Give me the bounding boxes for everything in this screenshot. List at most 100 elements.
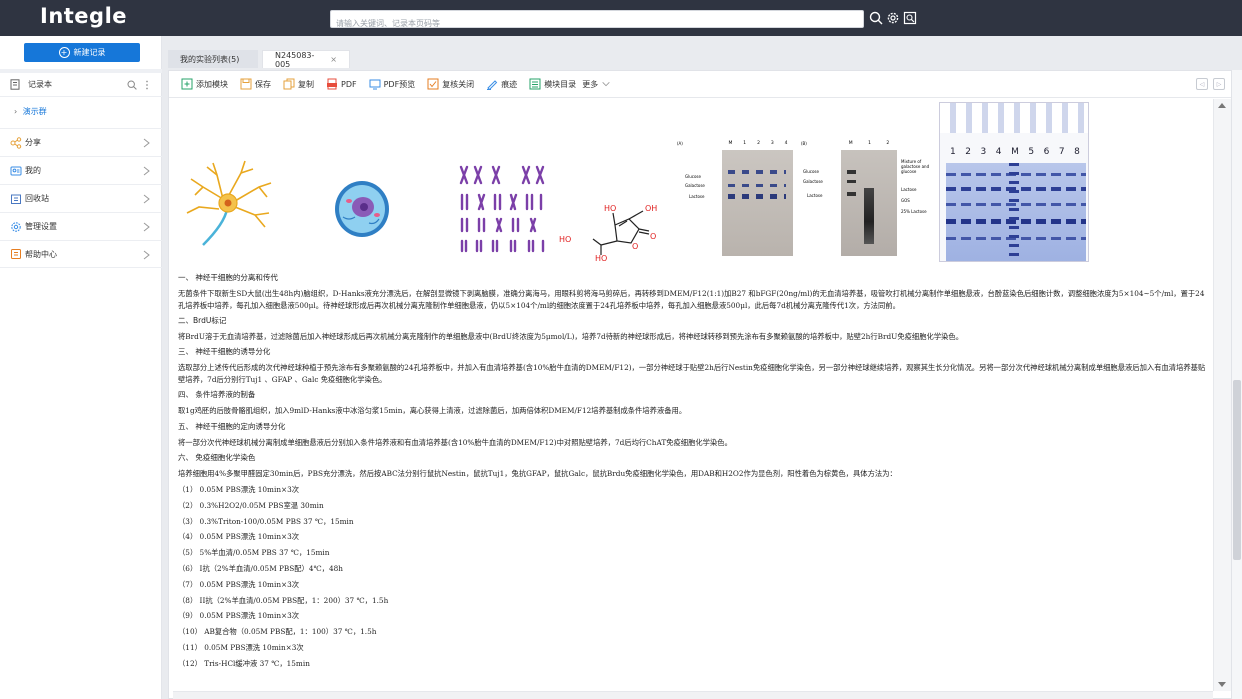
atom-label: O: [650, 232, 656, 241]
save-icon: [240, 78, 252, 90]
sidebar-item-mine[interactable]: 我的: [0, 156, 162, 184]
sidebar-item-label: 帮助中心: [25, 249, 57, 259]
section-title: 二、BrdU标记: [178, 315, 227, 325]
scrollbar-thumb[interactable]: [1233, 380, 1241, 560]
trace-icon: [487, 80, 498, 90]
lane-label: 7: [1058, 147, 1065, 157]
figure-row: HO OH HO HO O O (A) M1234 Glucose Galact…: [169, 99, 1213, 267]
band-row: [728, 184, 786, 187]
lane-label: 4: [784, 141, 788, 146]
lane-label: M: [728, 141, 733, 146]
notebook-search-icon[interactable]: [127, 80, 137, 90]
atom-label: HO: [604, 204, 616, 213]
more-vertical-icon[interactable]: [145, 80, 149, 90]
search-box[interactable]: [330, 10, 864, 32]
lane-labels: M 1 2 3 4: [723, 141, 793, 146]
marker-lane: [1009, 163, 1019, 261]
protocol-step: （1） 0.05M PBS漂洗 10min×3次: [178, 484, 300, 494]
protocol-step: （7） 0.05M PBS漂洗 10min×3次: [178, 579, 300, 589]
band: [847, 170, 856, 174]
search-icon[interactable]: [869, 11, 883, 25]
section-title: 五、 神经干细胞的定向诱导分化: [178, 421, 286, 431]
next-page-button[interactable]: ▷: [1213, 78, 1225, 90]
help-icon: [11, 249, 21, 259]
section-body: 将BrdU溶于无血清培养基，过滤除菌后加入神经球形成后再次机械分离克隆制作的单细…: [178, 331, 964, 341]
band-label: Lactose: [901, 187, 917, 192]
notebook-header[interactable]: 记录本: [0, 73, 162, 97]
protocol-step: （8） II抗（2%羊血清/0.05M PBS配，1：200）37 ℃，1.5h: [178, 595, 389, 605]
settings-icon: [11, 221, 21, 232]
prev-page-button[interactable]: ◁: [1196, 78, 1208, 90]
copy-button[interactable]: 复制: [283, 78, 314, 90]
record-content: HO OH HO HO O O (A) M1234 Glucose Galact…: [169, 99, 1213, 691]
add-module-icon: [181, 78, 193, 90]
lane-label: 2: [757, 141, 760, 146]
top-bar: Integle: [0, 0, 1242, 36]
scan-icon[interactable]: [903, 11, 917, 25]
band-label: 25% Lactose: [901, 209, 927, 214]
sidebar-item-help[interactable]: 帮助中心: [0, 240, 162, 268]
group-demo[interactable]: › 演示群: [14, 106, 47, 117]
tab-experiment-list[interactable]: 我的实验列表(5): [168, 50, 258, 68]
settings-icon[interactable]: [886, 11, 900, 25]
panel-label: (B): [801, 141, 807, 146]
ascorbic-acid-structure-image: HO OH HO HO O O: [559, 204, 657, 261]
more-button[interactable]: 更多: [582, 79, 611, 90]
scroll-down-icon[interactable]: [1218, 682, 1226, 687]
save-button[interactable]: 保存: [240, 78, 271, 90]
protocol-step: （9） 0.05M PBS漂洗 10min×3次: [178, 611, 300, 621]
close-icon[interactable]: ×: [330, 55, 337, 64]
pdf-button[interactable]: PDF: [326, 78, 357, 90]
lane-label: 1: [868, 141, 871, 146]
chevron-right-icon: [143, 138, 150, 148]
pdf-icon: [327, 78, 337, 90]
module-catalog-button[interactable]: 模块目录: [529, 78, 576, 90]
section-title: 六、 免疫细胞化学染色: [178, 453, 256, 463]
tab-record[interactable]: N245083-005 ×: [262, 50, 350, 69]
smear: [864, 188, 874, 244]
more-label: 更多: [582, 79, 599, 89]
lane-label: 3: [980, 147, 987, 157]
scroll-up-icon[interactable]: [1218, 103, 1226, 108]
lane-label: M: [1011, 147, 1019, 157]
pdf-preview-button[interactable]: PDF预览: [369, 78, 416, 90]
search-input[interactable]: [331, 15, 863, 32]
tab-bar: 我的实验列表(5) N245083-005 ×: [162, 46, 1242, 69]
band: [847, 192, 856, 196]
protocol-step: （4） 0.05M PBS漂洗 10min×3次: [178, 532, 300, 542]
sidebar-item-recycle[interactable]: 回收站: [0, 184, 162, 212]
section-title: 四、 条件培养液的制备: [178, 390, 256, 400]
notebook-label: 记录本: [28, 80, 52, 89]
new-record-button[interactable]: + 新建记录: [24, 43, 140, 62]
plus-icon: +: [58, 47, 70, 58]
module-catalog-icon: [529, 78, 541, 90]
lane-label: 8: [1074, 147, 1080, 157]
group-label: 演示群: [22, 107, 47, 116]
new-record-label: 新建记录: [73, 48, 106, 57]
recycle-bin-icon: [11, 194, 21, 204]
sidebar-item-share[interactable]: 分享: [0, 128, 162, 156]
sidebar-item-admin[interactable]: 管理设置: [0, 212, 162, 240]
tlc-plate-a: (A) M 1 2 3 4 Glucose Galactose Lactose: [677, 141, 797, 257]
section-body: 选取部分上述传代后形成的次代神经球种植于预先涂布有多聚赖氨酸的24孔培养板中，并…: [178, 363, 1206, 385]
band-row: [728, 170, 786, 174]
toolbar-label: PDF预览: [383, 79, 416, 89]
page-scrollbar[interactable]: [1232, 70, 1242, 699]
plate-background: [841, 150, 897, 256]
gel-wells: [940, 103, 1088, 133]
review-close-icon: [427, 78, 439, 90]
lane-label: 2: [965, 147, 971, 157]
content-scrollbar[interactable]: [1213, 99, 1231, 691]
trace-button[interactable]: 痕迹: [486, 78, 517, 90]
horizontal-scrollbar[interactable]: [173, 691, 1213, 699]
add-module-button[interactable]: 添加模块: [181, 78, 228, 90]
sidebar-item-label: 管理设置: [25, 222, 57, 231]
record-panel: 添加模块 保存 复制 PDF PDF预览 复核关闭 痕迹 模块目录 更多 ◁ ▷…: [168, 70, 1232, 699]
lane-label: 2: [886, 141, 890, 146]
sidebar: + 新建记录 记录本 › 演示群 分享 我的 回收站 管理设置 帮助中心: [0, 36, 162, 699]
section-body: 无菌条件下取新生SD大鼠(出生48h内)脑组织，D-Hanks液充分漂洗后，在解…: [178, 288, 1205, 310]
protocol-step: （6） I抗（2%羊血清/0.05M PBS配）4℃，48h: [178, 563, 343, 573]
band-label: Lactose: [807, 193, 823, 198]
review-close-button[interactable]: 复核关闭: [427, 78, 474, 90]
app-logo[interactable]: Integle: [40, 4, 127, 28]
